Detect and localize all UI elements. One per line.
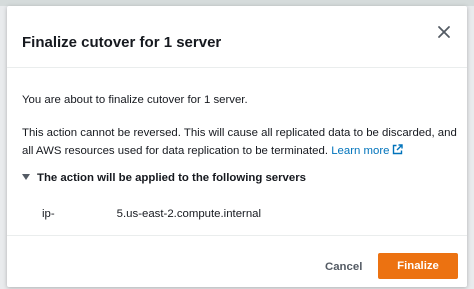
server-name-suffix: 5.us-east-2.compute.internal: [116, 208, 262, 220]
external-link-icon: [393, 144, 404, 155]
dialog-header: Finalize cutover for 1 server: [7, 6, 467, 68]
learn-more-label: Learn more: [331, 145, 390, 157]
server-name-prefix: ip-: [42, 208, 55, 220]
expander-label: The action will be applied to the follow…: [37, 172, 306, 184]
dialog-footer: Cancel Finalize: [7, 235, 467, 287]
finalize-cutover-dialog: Finalize cutover for 1 server You are ab…: [7, 6, 467, 287]
redacted-text: [54, 206, 117, 220]
close-button[interactable]: [434, 22, 454, 42]
server-list-item: ip- 5.us-east-2.compute.internal: [42, 206, 261, 220]
cancel-button[interactable]: Cancel: [319, 255, 368, 279]
caret-down-icon: [22, 174, 30, 180]
dialog-title: Finalize cutover for 1 server: [22, 34, 222, 51]
intro-text: You are about to finalize cutover for 1 …: [22, 94, 248, 106]
warning-text: This action cannot be reversed. This wil…: [22, 124, 462, 160]
dialog-body: You are about to finalize cutover for 1 …: [7, 68, 467, 244]
learn-more-link[interactable]: Learn more: [331, 144, 404, 157]
finalize-button[interactable]: Finalize: [378, 253, 458, 279]
close-icon: [438, 26, 450, 38]
servers-expander[interactable]: The action will be applied to the follow…: [22, 172, 306, 184]
